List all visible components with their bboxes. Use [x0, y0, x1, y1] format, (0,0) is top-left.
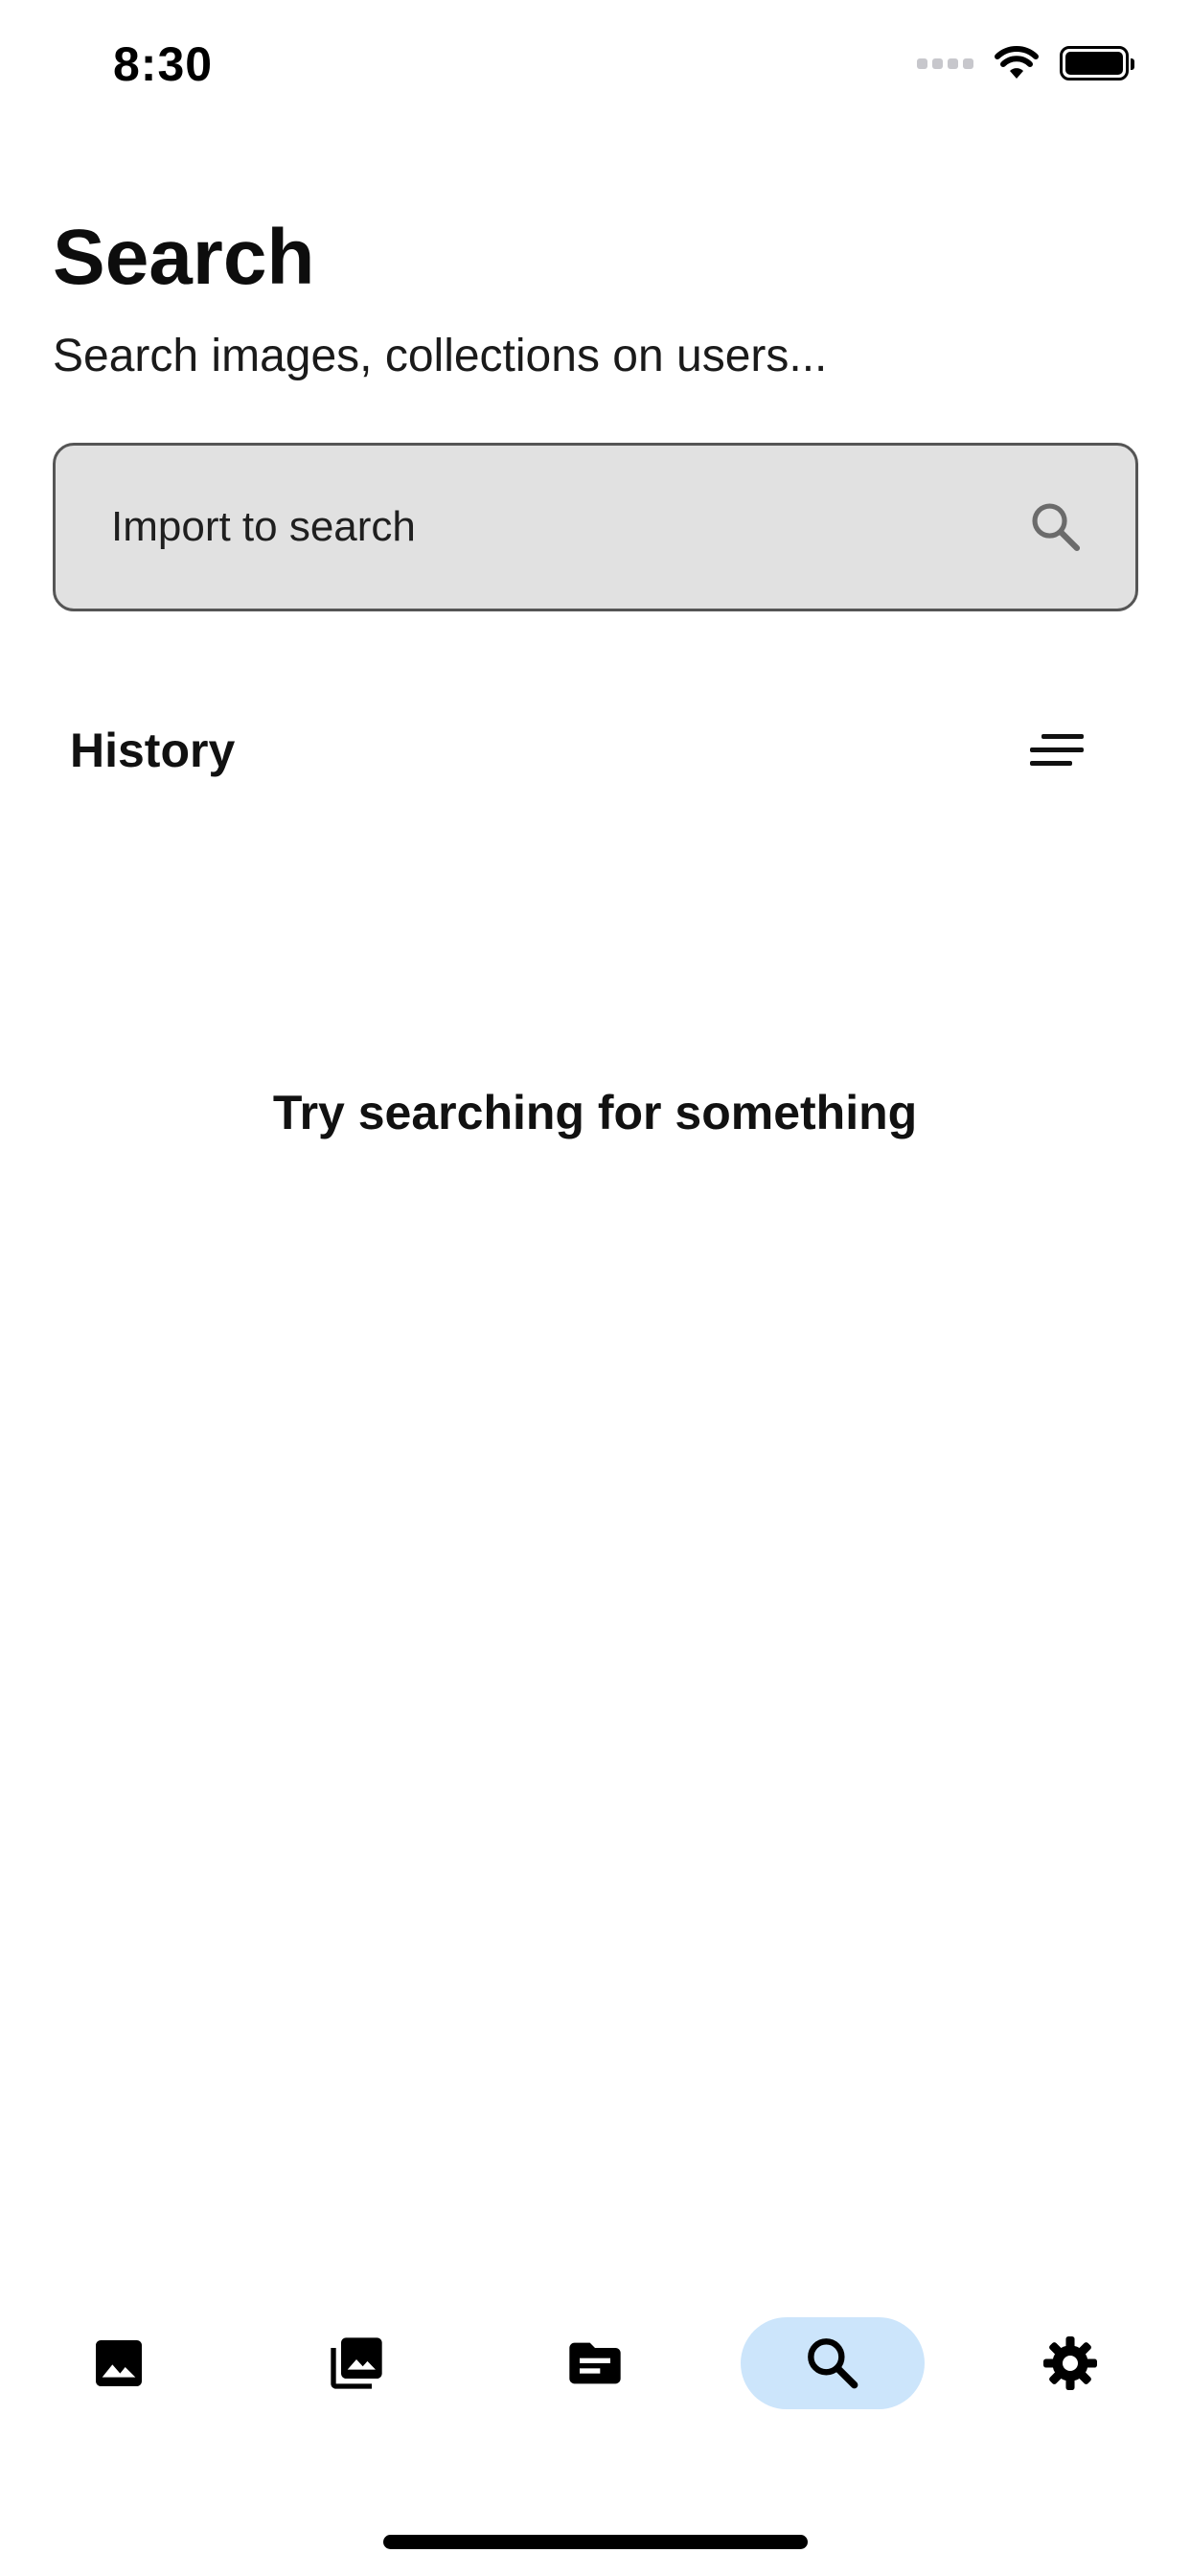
search-screen: 8:30 Search Search images, collections o…: [0, 0, 1190, 2576]
image-icon: [96, 2340, 142, 2386]
nav-item-search[interactable]: [741, 2317, 925, 2409]
page-subtitle: Search images, collections on users...: [53, 331, 828, 381]
nav-item-settings[interactable]: [978, 2317, 1162, 2409]
status-time: 8:30: [113, 37, 214, 91]
search-icon[interactable]: [1026, 497, 1086, 557]
bottom-navigation: [0, 2312, 1190, 2417]
cellular-signal-icon: [917, 58, 973, 69]
home-indicator: [383, 2535, 808, 2549]
sort-icon[interactable]: [1026, 726, 1086, 774]
search-field[interactable]: [53, 443, 1138, 611]
battery-icon: [1060, 46, 1134, 80]
folder-icon: [569, 2342, 621, 2384]
search-icon: [808, 2338, 858, 2389]
gear-icon: [1043, 2336, 1097, 2390]
nav-item-documents[interactable]: [503, 2317, 687, 2409]
search-input[interactable]: [111, 503, 1026, 551]
history-title: History: [70, 724, 236, 777]
status-bar: 8:30: [0, 0, 1190, 134]
nav-item-collections[interactable]: [264, 2317, 448, 2409]
wifi-icon: [995, 46, 1039, 79]
empty-state-message: Try searching for something: [272, 1086, 918, 1139]
status-icons: [917, 46, 1134, 80]
history-header: History: [70, 717, 1086, 784]
page-title: Search: [53, 214, 315, 301]
photo-library-icon: [331, 2337, 382, 2389]
nav-item-images[interactable]: [27, 2317, 211, 2409]
